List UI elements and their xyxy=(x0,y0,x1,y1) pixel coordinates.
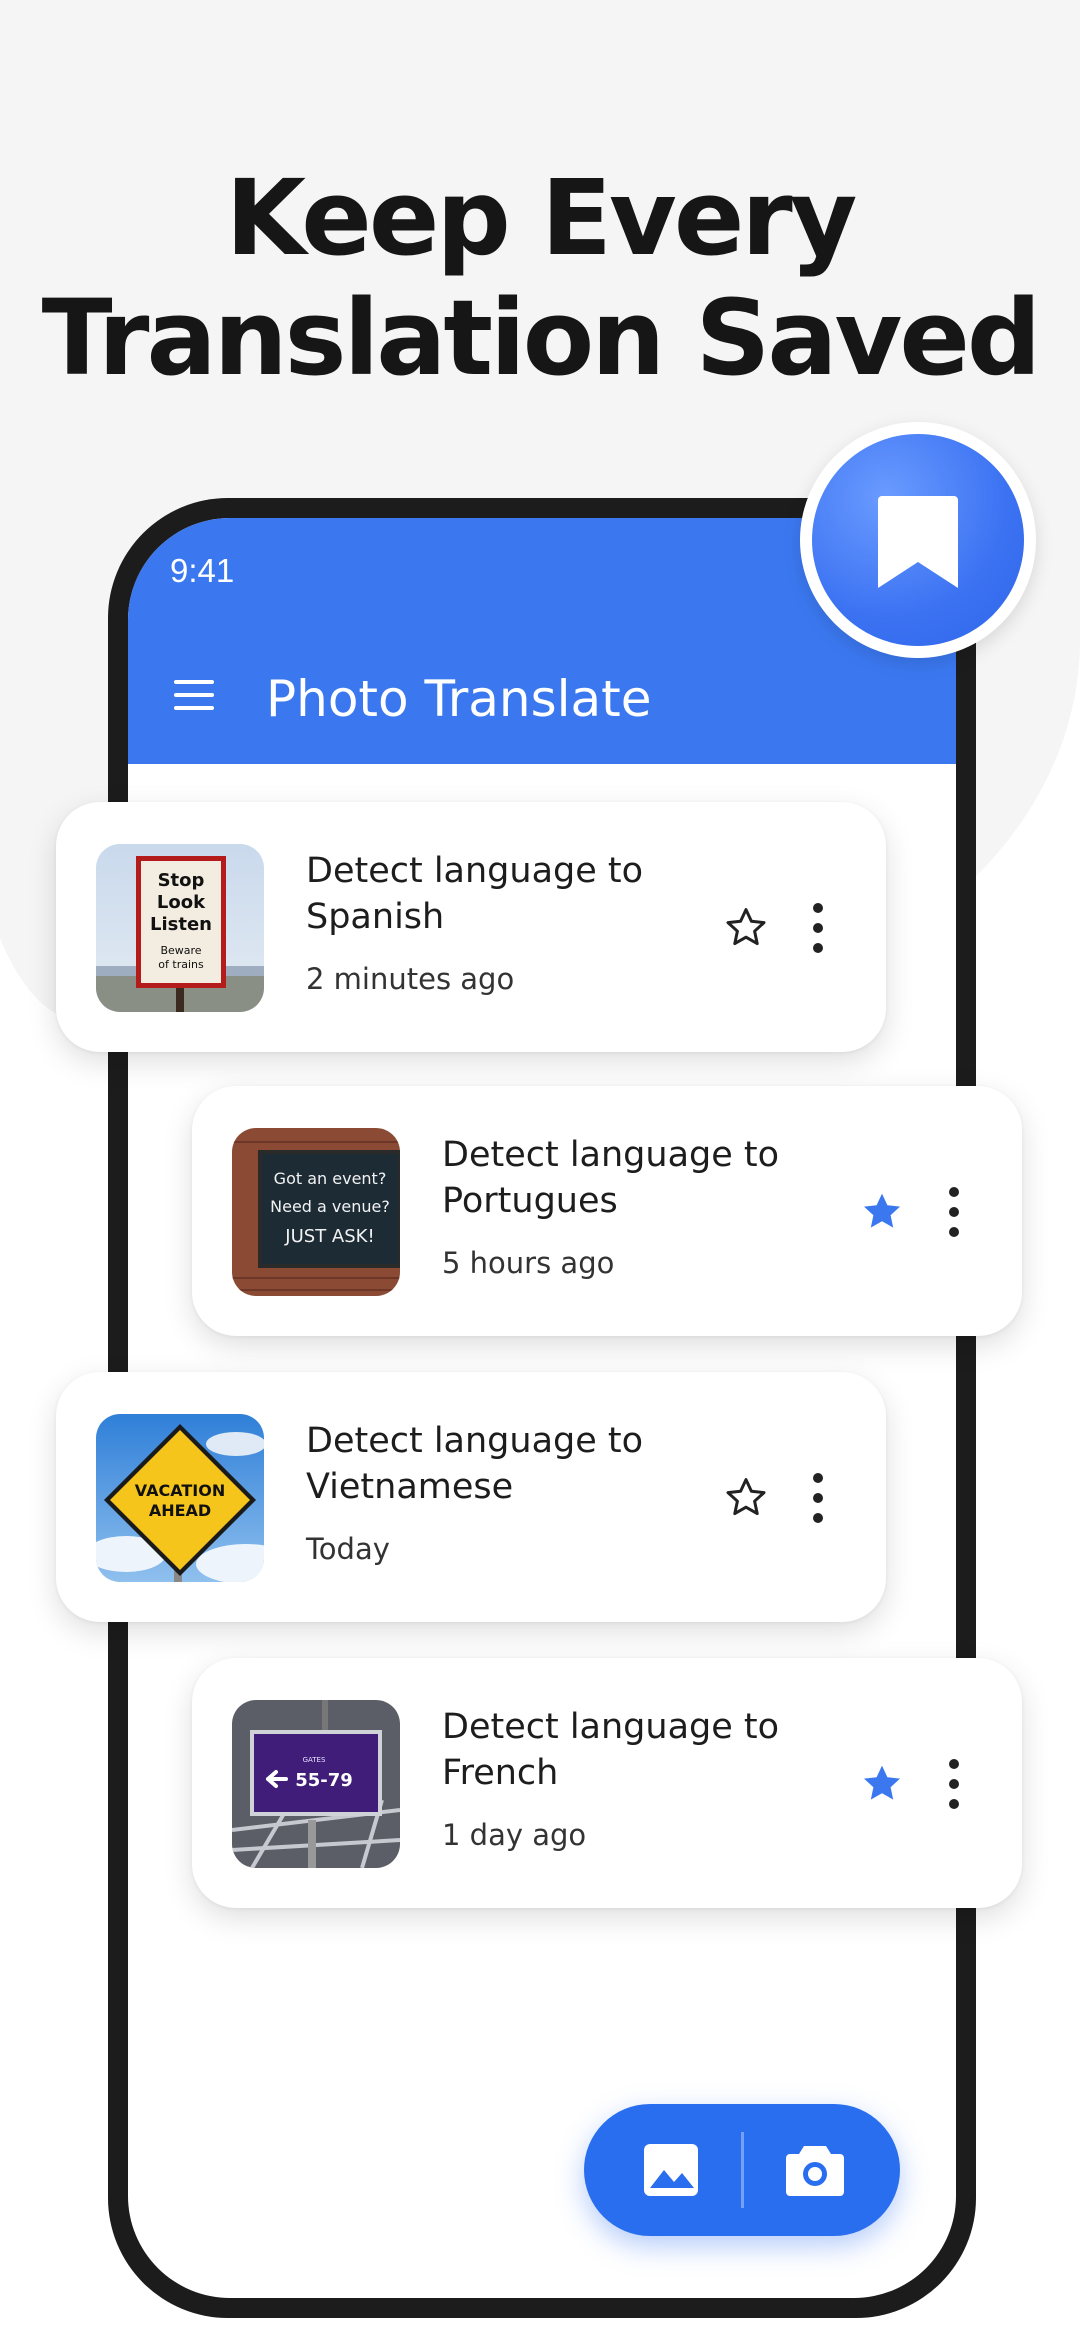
thumb-text: Look xyxy=(157,892,206,913)
history-card-2[interactable]: Got an event? Need a venue? JUST ASK! De… xyxy=(192,1086,1022,1336)
thumb-text: JUST ASK! xyxy=(284,1226,374,1247)
more-vert-icon[interactable] xyxy=(808,902,828,954)
fab-divider xyxy=(741,2132,744,2208)
card-title: Detect language to Portugues xyxy=(442,1135,780,1221)
thumb-text: AHEAD xyxy=(149,1501,211,1520)
thumbnail-stop-sign: Stop Look Listen Beware of trains xyxy=(96,844,264,1012)
bookmark-icon xyxy=(878,496,958,588)
thumbnail-road-sign: VACATION AHEAD xyxy=(96,1414,264,1582)
card-timestamp: Today xyxy=(306,1532,390,1566)
status-time: 9:41 xyxy=(170,552,235,589)
thumb-text: of trains xyxy=(158,958,204,971)
thumbnail-chalkboard: Got an event? Need a venue? JUST ASK! xyxy=(232,1128,400,1296)
headline-line-1: Keep Every xyxy=(225,157,858,279)
more-vert-icon[interactable] xyxy=(944,1758,964,1810)
card-title: Detect language to Spanish xyxy=(306,851,644,937)
thumb-text: GATES xyxy=(303,1756,326,1764)
star-outline-icon[interactable] xyxy=(722,1474,770,1522)
thumb-text: Need a venue? xyxy=(270,1197,390,1216)
capture-fab xyxy=(584,2104,900,2236)
thumb-text: Beware xyxy=(160,944,201,957)
card-title: Detect language to French xyxy=(442,1707,780,1793)
menu-icon[interactable] xyxy=(174,680,214,710)
camera-icon[interactable] xyxy=(784,2140,846,2198)
thumb-text: Stop xyxy=(158,870,205,891)
history-card-4[interactable]: GATES 55-79 Detect language to French 1 … xyxy=(192,1658,1022,1908)
star-filled-icon[interactable] xyxy=(858,1188,906,1236)
card-title: Detect language to Vietnamese xyxy=(306,1421,644,1507)
star-outline-icon[interactable] xyxy=(722,904,770,952)
card-timestamp: 5 hours ago xyxy=(442,1246,615,1280)
thumbnail-gate-sign: GATES 55-79 xyxy=(232,1700,400,1868)
card-timestamp: 1 day ago xyxy=(442,1818,587,1852)
history-card-3[interactable]: VACATION AHEAD Detect language to Vietna… xyxy=(56,1372,886,1622)
more-vert-icon[interactable] xyxy=(808,1472,828,1524)
card-timestamp: 2 minutes ago xyxy=(306,962,515,996)
app-title: Photo Translate xyxy=(266,670,652,728)
more-vert-icon[interactable] xyxy=(944,1186,964,1238)
thumb-text: Listen xyxy=(150,914,212,935)
thumb-text: Got an event? xyxy=(274,1169,387,1188)
star-filled-icon[interactable] xyxy=(858,1760,906,1808)
history-card-1[interactable]: Stop Look Listen Beware of trains Detect… xyxy=(56,802,886,1052)
thumb-text: VACATION xyxy=(135,1481,225,1500)
headline-line-2: Translation Saved xyxy=(41,277,1042,399)
bookmark-badge xyxy=(812,434,1024,646)
headline: Keep Every Translation Saved xyxy=(0,158,1080,398)
gallery-icon[interactable] xyxy=(642,2142,700,2198)
thumb-text: 55-79 xyxy=(295,1770,353,1791)
